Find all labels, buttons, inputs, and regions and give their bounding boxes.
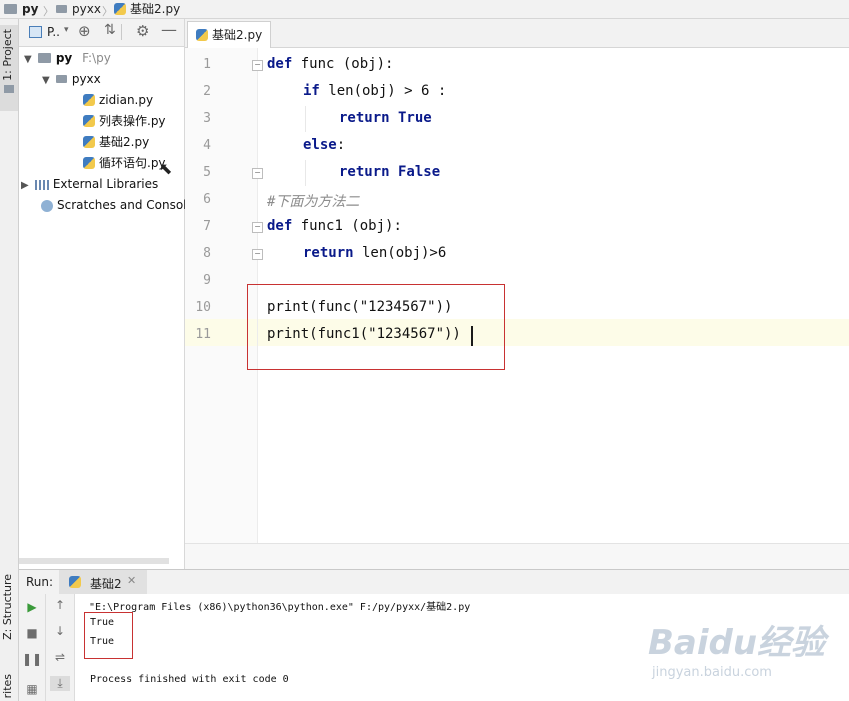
tree-item-file[interactable]: 列表操作.py [83, 111, 166, 131]
code-line-8: return len(obj)>6 [303, 245, 447, 261]
arrow-up-icon[interactable]: ↑ [50, 598, 70, 612]
pause-icon[interactable]: ❚❚ [22, 652, 42, 666]
line-number: 11 [195, 327, 211, 342]
tree-item-file[interactable]: zidian.py [83, 90, 153, 110]
breadcrumb-folder[interactable]: pyxx [56, 1, 101, 17]
left-tool-strip: 1: Project Z: Structure rites [0, 19, 19, 701]
line-number: 4 [203, 138, 211, 153]
code-line-2: if len(obj) > 6 : [303, 83, 447, 99]
tree-item-file[interactable]: 基础2.py [83, 132, 149, 152]
tree-item-external-libraries[interactable]: ▶ External Libraries [21, 174, 158, 194]
horizontal-scrollbar[interactable] [19, 558, 169, 564]
tree-item-file[interactable]: 循环语句.py [83, 153, 166, 173]
folder-icon [37, 52, 51, 63]
python-file-icon [83, 114, 95, 127]
watermark-brand: Baidu经验 [648, 623, 826, 663]
python-icon [69, 576, 81, 588]
dropdown-icon[interactable]: ▾ [64, 25, 69, 35]
scratches-icon [41, 199, 53, 212]
folder-icon [55, 74, 67, 83]
tool-tab-structure[interactable]: Z: Structure [1, 574, 17, 640]
code-line-3: return True [339, 110, 432, 126]
project-panel-header: P.. ▾ ⊕ ⇅ ⚙ — [19, 19, 184, 47]
folder-icon [4, 85, 14, 93]
rerun-icon[interactable]: ▶ [22, 600, 42, 614]
python-file-icon [114, 2, 126, 15]
breadcrumb-root[interactable]: py [4, 1, 38, 17]
folder-icon [4, 3, 17, 14]
code-line-6: #下面为方法二 [267, 194, 360, 210]
run-toolbar-secondary: ↑ ↓ ⇌ ⤓ [46, 594, 75, 701]
baidu-watermark: Baidu经验 jingyan.baidu.com [640, 615, 845, 695]
tab-run-config[interactable]: 基础2 ✕ [59, 570, 147, 594]
fold-marker-icon[interactable]: − [252, 222, 263, 233]
breadcrumb-file[interactable]: 基础2.py [114, 1, 180, 17]
run-tab-label: 基础2 [90, 577, 122, 591]
chevron-right-icon: 〉 [102, 5, 113, 18]
tool-tab-project[interactable]: 1: Project [1, 29, 17, 81]
line-number: 10 [195, 300, 211, 315]
locate-target-icon[interactable]: ⊕ [78, 22, 91, 40]
line-number: 3 [203, 111, 211, 126]
mouse-cursor-icon: ⬉ [159, 159, 173, 178]
output-annotation-box [84, 612, 133, 659]
chevron-right-icon: 〉 [43, 5, 54, 18]
editor-horizontal-scrollbar[interactable] [185, 543, 849, 569]
project-view-selector[interactable]: P.. [47, 25, 60, 39]
library-icon [34, 179, 49, 190]
line-number: 7 [203, 219, 211, 234]
toolbar-divider [121, 24, 122, 40]
tree-item-scratches[interactable]: Scratches and Consol [41, 195, 187, 215]
python-file-icon [83, 156, 95, 169]
line-number: 1 [203, 57, 211, 72]
run-label: Run: [26, 575, 54, 589]
line-number: 9 [203, 273, 211, 288]
chevron-down-icon[interactable]: ▼ [42, 71, 52, 91]
python-file-icon [83, 135, 95, 148]
tree-item-py[interactable]: ▼ py F:\py [24, 48, 111, 68]
fold-marker-icon[interactable]: − [252, 60, 263, 71]
project-path: F:\py [82, 51, 111, 65]
soft-wrap-icon[interactable]: ⇌ [50, 650, 70, 664]
line-number: 8 [203, 246, 211, 261]
python-file-icon [83, 93, 95, 106]
chevron-down-icon[interactable]: ▼ [24, 50, 34, 70]
navigation-breadcrumb: py 〉 pyxx 〉 基础2.py [0, 0, 849, 19]
indent-guide [305, 106, 306, 132]
indent-guide [305, 160, 306, 186]
minimize-icon[interactable]: — [161, 20, 177, 39]
line-number: 2 [203, 84, 211, 99]
project-panel: P.. ▾ ⊕ ⇅ ⚙ — ▼ py F:\py ▼ pyxx zidian.p… [19, 19, 187, 569]
project-view-icon[interactable] [29, 26, 42, 38]
chevron-right-icon[interactable]: ▶ [21, 176, 31, 196]
tool-tab-favorites[interactable]: rites [1, 674, 17, 698]
python-file-icon [196, 28, 208, 41]
code-line-4: else: [303, 137, 346, 153]
code-line-7: def func1 (obj): [267, 218, 402, 234]
run-toolbar-primary: ▶ ■ ❚❚ ▦ [19, 594, 46, 701]
console-command-line: "E:\Program Files (x86)\python36\python.… [89, 602, 471, 613]
scroll-to-end-icon[interactable]: ⤓ [50, 676, 70, 691]
editor-tab-bar: 基础2.py [185, 19, 849, 48]
code-line-1: def func (obj): [267, 56, 394, 72]
arrow-down-icon[interactable]: ↓ [50, 624, 70, 638]
stop-icon[interactable]: ■ [22, 626, 42, 640]
watermark-url: jingyan.baidu.com [652, 665, 772, 680]
layout-icon[interactable]: ▦ [22, 682, 42, 696]
console-exit-line: Process finished with exit code 0 [90, 674, 289, 685]
tree-item-pyxx[interactable]: ▼ pyxx [42, 69, 101, 89]
code-line-5: return False [339, 164, 441, 180]
folder-icon [56, 4, 67, 13]
collapse-all-icon[interactable]: ⇅ [104, 22, 116, 38]
gear-icon[interactable]: ⚙ [136, 22, 149, 40]
run-panel-header: Run: 基础2 ✕ [19, 569, 849, 595]
highlight-annotation-box [247, 284, 505, 370]
close-icon[interactable]: ✕ [127, 574, 136, 587]
line-number: 6 [203, 192, 211, 207]
fold-marker-icon[interactable]: − [252, 168, 263, 179]
tab-file-active[interactable]: 基础2.py [187, 21, 272, 48]
line-number: 5 [203, 165, 211, 180]
fold-marker-icon[interactable]: − [252, 249, 263, 260]
